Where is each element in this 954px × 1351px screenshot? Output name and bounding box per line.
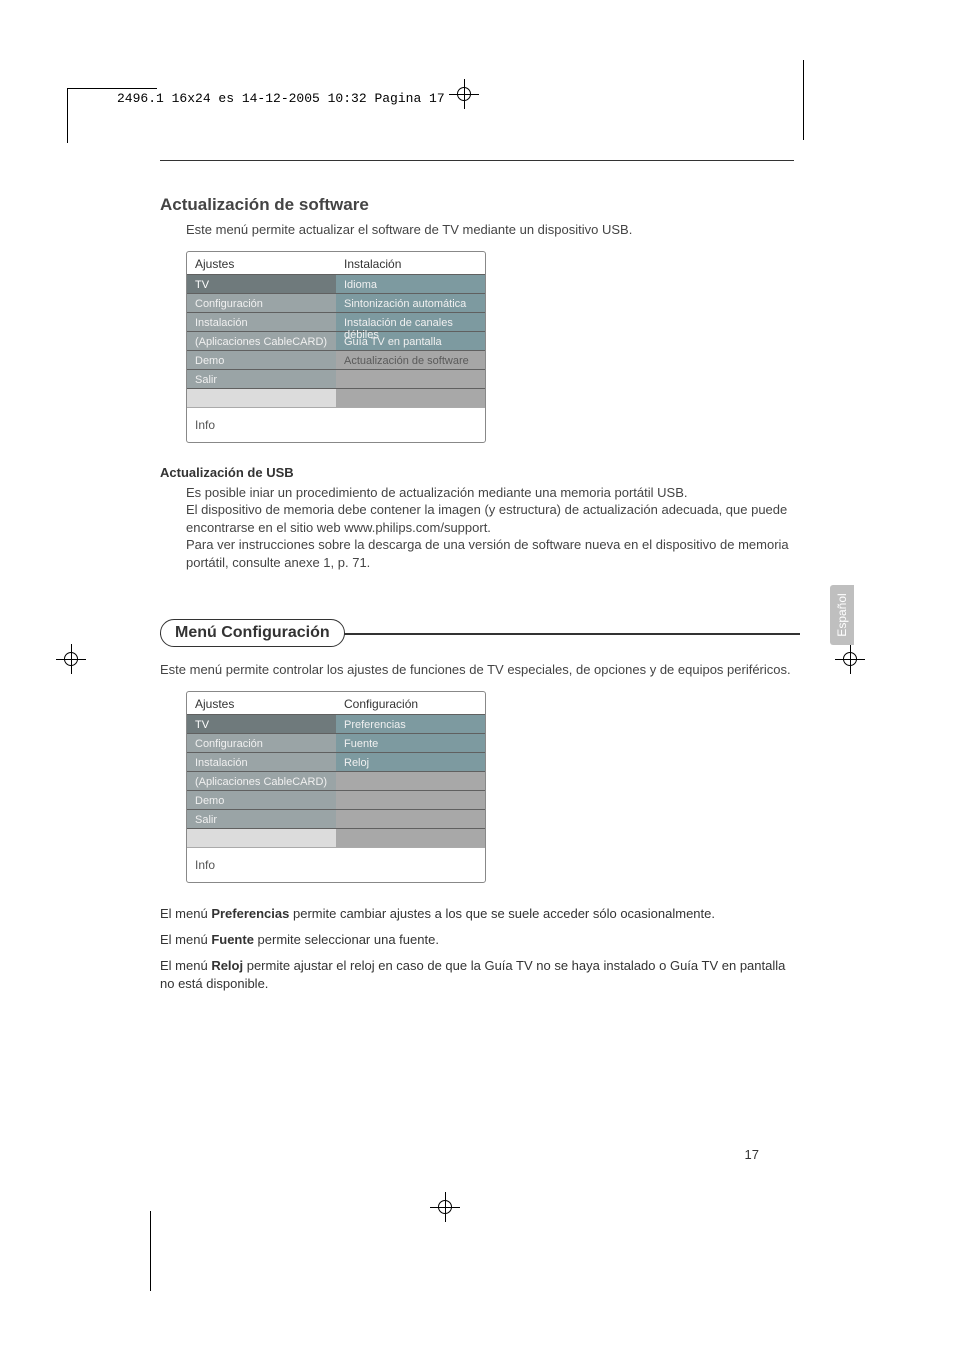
registration-mark-icon <box>62 650 80 668</box>
print-header: 2496.1 16x24 es 14-12-2005 10:32 Pagina … <box>117 91 445 106</box>
submenu-item-empty <box>336 828 485 847</box>
page-number: 17 <box>745 1147 759 1162</box>
menu-left-header: Ajustes <box>187 692 336 714</box>
section2-intro: Este menú permite controlar los ajustes … <box>160 661 800 679</box>
pill-heading-wrap: Menú Configuración <box>160 619 800 647</box>
section-title: Actualización de software <box>160 195 800 215</box>
menu-item-tv[interactable]: TV <box>187 274 336 293</box>
submenu-item-empty <box>336 388 485 407</box>
menu-item-instalacion[interactable]: Instalación <box>187 312 336 331</box>
paragraph-fuente: El menú Fuente permite seleccionar una f… <box>160 931 800 949</box>
body-text: El menú Preferencias permite cambiar aju… <box>160 905 800 994</box>
menu-item-empty <box>187 828 336 847</box>
subsection-body: Es posible iniar un procedimiento de act… <box>186 484 800 572</box>
section-intro: Este menú permite actualizar el software… <box>186 221 800 239</box>
submenu-item-idioma[interactable]: Idioma <box>336 274 485 293</box>
frame-line <box>160 160 794 161</box>
submenu-item-preferencias[interactable]: Preferencias <box>336 714 485 733</box>
submenu-item-fuente[interactable]: Fuente <box>336 733 485 752</box>
page: 2496.1 16x24 es 14-12-2005 10:32 Pagina … <box>0 0 954 1351</box>
menu-item-configuracion[interactable]: Configuración <box>187 733 336 752</box>
pill-heading: Menú Configuración <box>160 619 345 647</box>
submenu-item-empty <box>336 771 485 790</box>
menu-item-cablecard[interactable]: (Aplicaciones CableCARD) <box>187 771 336 790</box>
submenu-item-actualizacion-software[interactable]: Actualización de software <box>336 350 485 369</box>
menu-item-instalacion[interactable]: Instalación <box>187 752 336 771</box>
submenu-item-empty <box>336 790 485 809</box>
menu-right-header: Instalación <box>336 252 485 274</box>
menu-info-row: Info <box>187 407 485 442</box>
registration-mark-icon <box>455 85 473 103</box>
menu-info-row: Info <box>187 847 485 882</box>
content: Actualización de software Este menú perm… <box>160 195 800 1002</box>
crop-mark <box>67 88 68 143</box>
menu-item-cablecard[interactable]: (Aplicaciones CableCARD) <box>187 331 336 350</box>
menu-item-salir[interactable]: Salir <box>187 369 336 388</box>
registration-mark-icon <box>841 650 859 668</box>
menu-item-tv[interactable]: TV <box>187 714 336 733</box>
language-tab: Español <box>830 585 854 645</box>
crop-mark <box>67 88 157 89</box>
paragraph-reloj: El menú Reloj permite ajustar el reloj e… <box>160 957 800 993</box>
submenu-item-reloj[interactable]: Reloj <box>336 752 485 771</box>
menu-item-configuracion[interactable]: Configuración <box>187 293 336 312</box>
menu-item-demo[interactable]: Demo <box>187 790 336 809</box>
menu-left-header: Ajustes <box>187 252 336 274</box>
registration-mark-icon <box>436 1198 454 1216</box>
subsection-title: Actualización de USB <box>160 465 800 480</box>
menu-panel-configuracion: Ajustes TV Configuración Instalación (Ap… <box>186 691 486 883</box>
language-tab-label: Español <box>835 593 849 636</box>
crop-mark <box>803 60 804 140</box>
menu-item-salir[interactable]: Salir <box>187 809 336 828</box>
submenu-item-canales-debiles[interactable]: Instalación de canales débiles <box>336 312 485 331</box>
menu-right-header: Configuración <box>336 692 485 714</box>
paragraph-preferencias: El menú Preferencias permite cambiar aju… <box>160 905 800 923</box>
crop-mark <box>150 1211 151 1291</box>
submenu-item-sintonizacion[interactable]: Sintonización automática <box>336 293 485 312</box>
menu-panel-instalacion: Ajustes TV Configuración Instalación (Ap… <box>186 251 486 443</box>
submenu-item-empty <box>336 809 485 828</box>
menu-item-demo[interactable]: Demo <box>187 350 336 369</box>
menu-item-empty <box>187 388 336 407</box>
submenu-item-empty <box>336 369 485 388</box>
